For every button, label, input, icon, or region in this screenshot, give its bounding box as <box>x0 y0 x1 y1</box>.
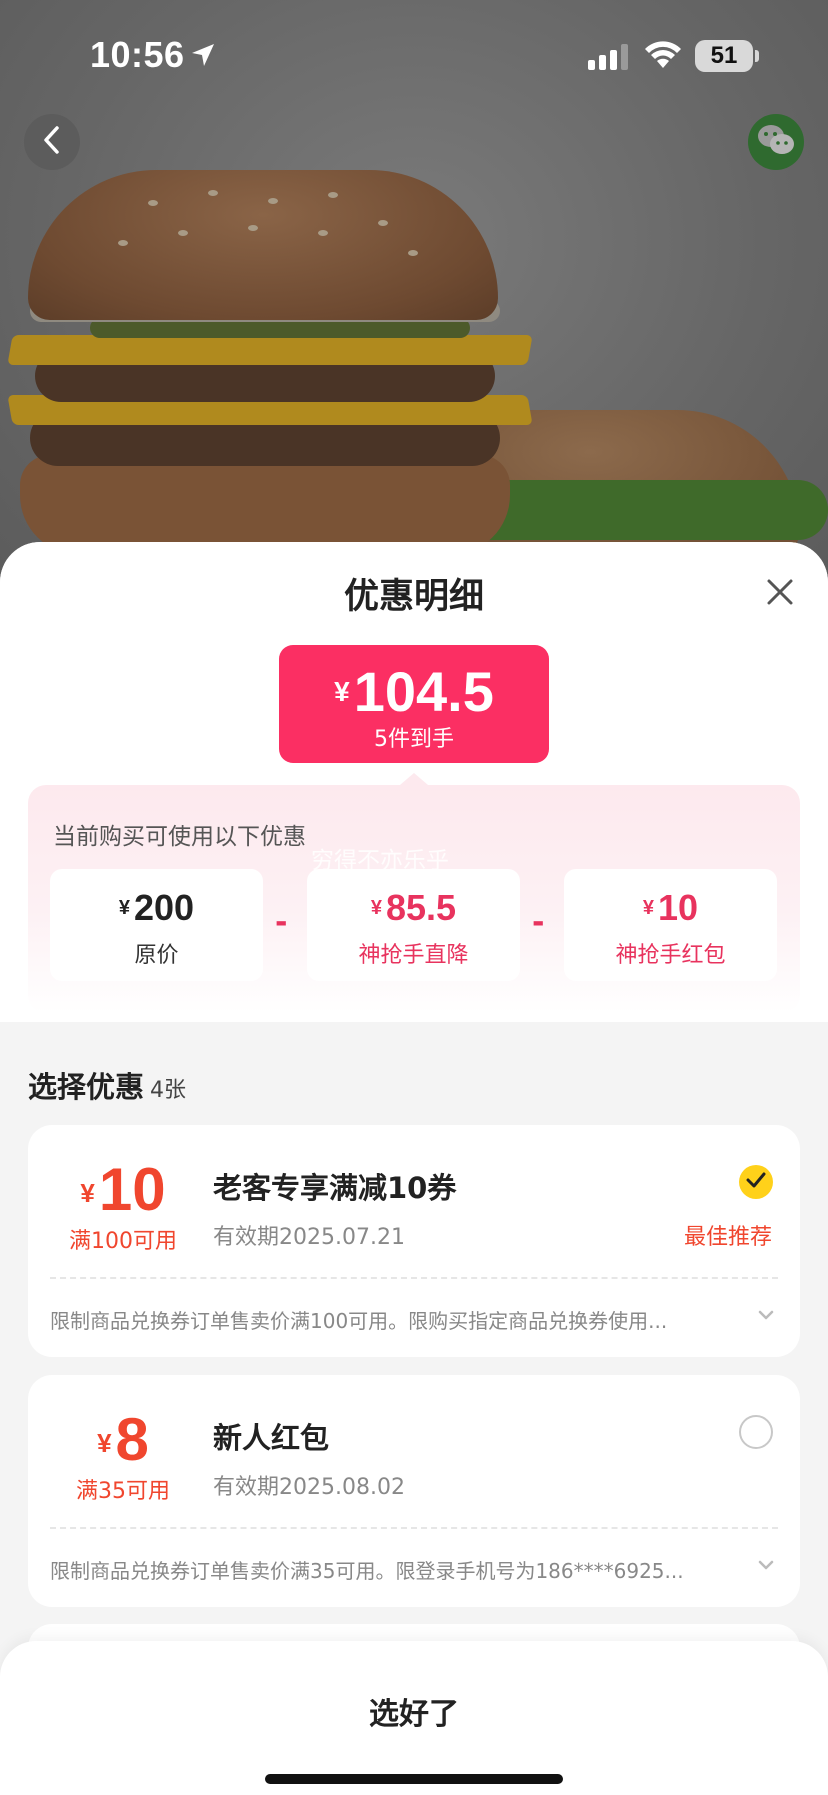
expand-button[interactable] <box>756 1307 776 1326</box>
coupon-radio-button[interactable] <box>739 1415 773 1449</box>
section-title-text: 选择优惠 <box>28 1070 145 1104</box>
expand-button[interactable] <box>756 1557 776 1576</box>
status-time: 10:56 <box>90 34 185 75</box>
card-value: ¥85.5 <box>307 887 520 929</box>
discount-detail-sheet: 优惠明细 ¥104.5 5件到手 当前购买可使用以下优惠 穷得不亦乐乎 ¥200… <box>0 542 828 1795</box>
original-price-value: 200 <box>134 887 195 928</box>
coupon-name: 老客专享满减10券 <box>213 1171 457 1205</box>
chevron-down-icon <box>756 1557 776 1576</box>
wifi-icon <box>643 40 683 74</box>
currency-symbol: ¥ <box>370 897 383 919</box>
final-price-badge: ¥104.5 5件到手 <box>279 645 549 763</box>
direct-discount-card: ¥85.5 神抢手直降 <box>307 869 520 981</box>
burger-bun-top <box>28 170 498 320</box>
card-value: ¥10 <box>564 887 777 929</box>
coupon-amount-value: 10 <box>98 1156 166 1223</box>
coupon-description: 限制商品兑换券订单售卖价满100可用。限购买指定商品兑换券使用... <box>50 1309 668 1333</box>
coupon-card[interactable]: ¥8 满35可用 新人红包 有效期2025.08.02 限制商品兑换券订单售卖价… <box>28 1375 800 1607</box>
burger-bun-bottom <box>20 455 510 555</box>
coupon-name: 新人红包 <box>213 1421 330 1455</box>
close-icon <box>760 579 800 616</box>
currency-symbol: ¥ <box>334 676 350 707</box>
coupon-validity: 有效期2025.08.02 <box>213 1475 405 1500</box>
currency-symbol: ¥ <box>80 1178 95 1208</box>
confirm-button[interactable]: 选好了 <box>0 1689 828 1733</box>
direct-discount-value: 85.5 <box>386 887 457 928</box>
location-arrow-icon <box>190 42 216 72</box>
close-button[interactable] <box>760 572 800 612</box>
confirm-footer: 选好了 <box>0 1641 828 1795</box>
best-recommend-badge: 最佳推荐 <box>684 1225 773 1250</box>
dashed-divider <box>50 1527 778 1529</box>
final-price: ¥104.5 <box>279 659 549 724</box>
currency-symbol: ¥ <box>97 1428 112 1458</box>
red-packet-card: ¥10 神抢手红包 <box>564 869 777 981</box>
final-price-subtitle: 5件到手 <box>374 727 454 752</box>
coupon-card[interactable]: ¥10 满100可用 老客专享满减10券 有效期2025.07.21 最佳推荐 … <box>28 1125 800 1357</box>
home-indicator[interactable] <box>265 1774 563 1784</box>
checkmark-icon <box>746 1172 766 1192</box>
dashed-divider <box>50 1277 778 1279</box>
coupon-amount: ¥10 <box>48 1155 198 1224</box>
cellular-signal-icon <box>588 44 630 74</box>
coupon-amount: ¥8 <box>48 1405 198 1474</box>
discount-breakdown: 当前购买可使用以下优惠 穷得不亦乐乎 ¥200 原价 - ¥85.5 神抢手直降… <box>28 773 800 1013</box>
breakdown-label: 当前购买可使用以下优惠 <box>53 824 306 850</box>
coupon-count: 4张 <box>150 1078 187 1103</box>
direct-discount-label: 神抢手直降 <box>358 943 469 968</box>
coupon-amount-value: 8 <box>115 1406 149 1473</box>
chevron-left-icon <box>40 125 64 159</box>
minus-operator: - <box>532 905 545 940</box>
select-discount-heading: 选择优惠 4张 <box>28 1064 186 1106</box>
coupon-condition: 满35可用 <box>76 1479 170 1504</box>
currency-symbol: ¥ <box>118 897 131 919</box>
coupon-validity: 有效期2025.07.21 <box>213 1225 405 1250</box>
coupon-selected-checkbox[interactable] <box>739 1165 773 1199</box>
original-price-label: 原价 <box>134 943 179 968</box>
status-bar: 10:56 51 <box>0 0 828 110</box>
red-packet-label: 神抢手红包 <box>615 943 726 968</box>
wechat-icon <box>756 123 796 161</box>
burger-cheese <box>7 335 533 365</box>
coupon-description: 限制商品兑换券订单售卖价满35可用。限登录手机号为186****6925... <box>50 1559 684 1583</box>
battery-indicator: 51 <box>695 40 753 72</box>
original-price-card: ¥200 原价 <box>50 869 263 981</box>
coupon-condition: 满100可用 <box>69 1229 177 1254</box>
sheet-title: 优惠明细 <box>343 577 484 617</box>
minus-operator: - <box>275 905 288 940</box>
back-button[interactable] <box>24 114 80 170</box>
red-packet-value: 10 <box>658 887 699 928</box>
card-value: ¥200 <box>50 887 263 929</box>
currency-symbol: ¥ <box>642 897 655 919</box>
wechat-share-button[interactable] <box>748 114 804 170</box>
battery-tip <box>755 50 759 62</box>
chevron-down-icon <box>756 1307 776 1326</box>
final-price-amount: 104.5 <box>353 660 494 723</box>
